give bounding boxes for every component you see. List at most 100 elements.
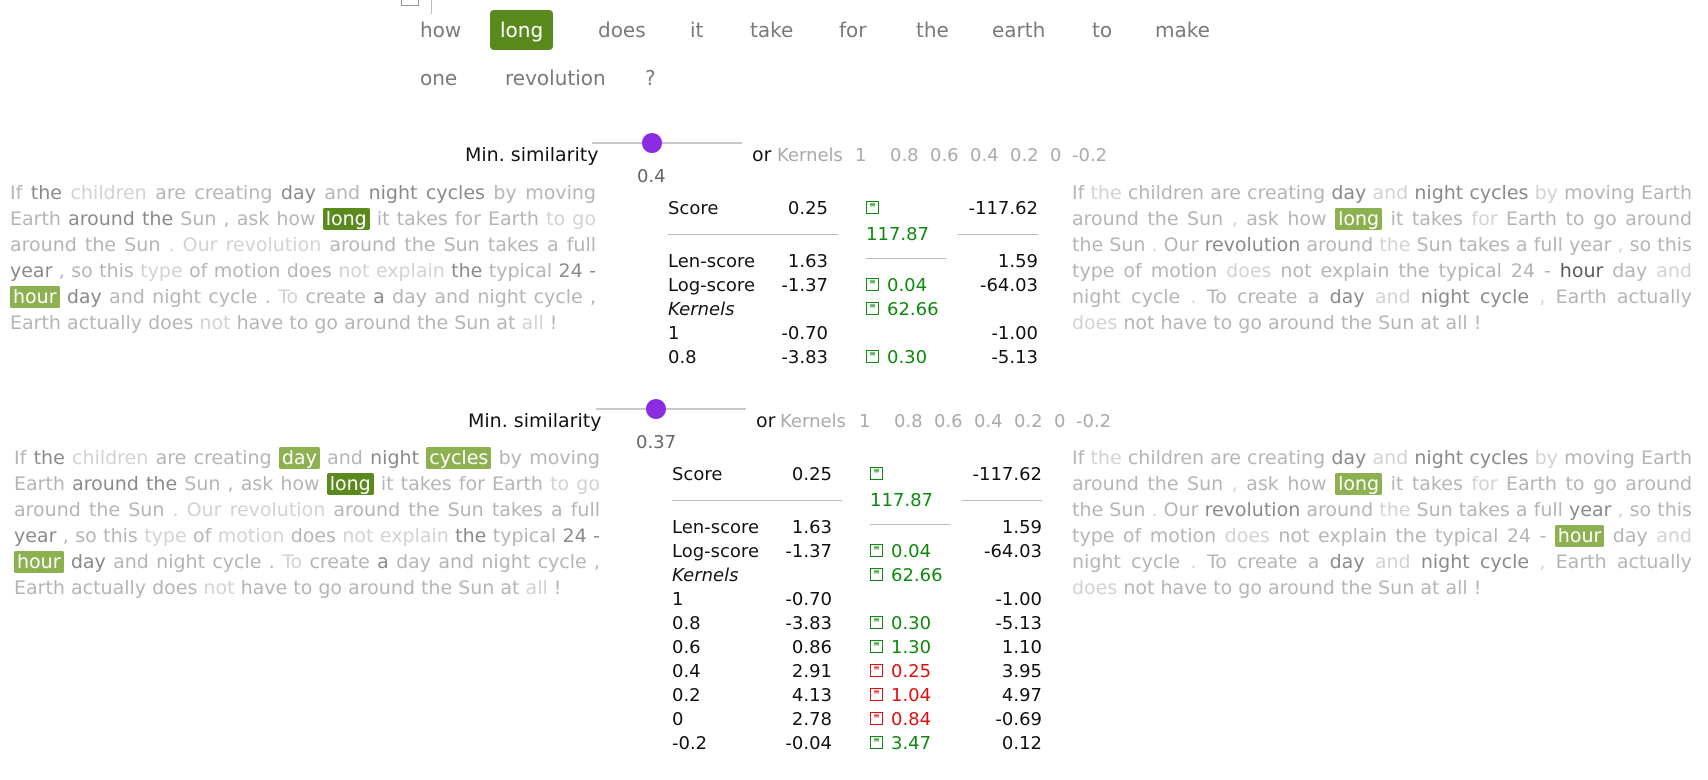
kernel-option[interactable]: 0.8 (894, 411, 923, 432)
doc-token[interactable]: Sun (1187, 208, 1223, 230)
kernel-option[interactable]: 0.8 (890, 145, 919, 166)
doc-token[interactable]: revolution (230, 499, 326, 521)
doc-token[interactable]: Sun (1187, 473, 1223, 495)
doc-token[interactable]: full (571, 499, 600, 521)
doc-token[interactable]: creating (194, 182, 272, 204)
doc-token[interactable]: not (203, 577, 234, 599)
doc-token[interactable]: are (155, 182, 186, 204)
doc-token[interactable]: does (1072, 577, 1117, 599)
doc-token[interactable]: not (199, 312, 230, 334)
kernel-option[interactable]: 0.2 (1014, 411, 1043, 432)
doc-token[interactable]: this (99, 260, 134, 282)
doc-token[interactable]: creating (194, 447, 272, 469)
doc-token[interactable]: have (1161, 577, 1208, 599)
doc-token[interactable]: children (1128, 447, 1204, 469)
doc-token[interactable]: cycle (1480, 286, 1529, 308)
doc-token[interactable]: Earth (1641, 182, 1692, 204)
doc-token[interactable]: takes (492, 499, 543, 521)
doc-token[interactable]: Earth (1641, 447, 1692, 469)
doc-token[interactable]: it (1391, 208, 1404, 230)
doc-token[interactable]: To (282, 551, 302, 573)
doc-token[interactable]: how (280, 473, 319, 495)
doc-token[interactable]: day (392, 286, 427, 308)
doc-token[interactable]: - (589, 260, 596, 282)
doc-token[interactable]: long (326, 473, 374, 495)
doc-token[interactable]: the (1395, 525, 1426, 547)
doc-token[interactable]: and (324, 182, 360, 204)
doc-token[interactable]: year (10, 260, 52, 282)
doc-token[interactable]: night (477, 286, 526, 308)
doc-token[interactable]: the (455, 525, 486, 547)
doc-token[interactable]: all (1445, 577, 1467, 599)
doc-token[interactable]: go (314, 312, 338, 334)
doc-token[interactable]: around (1625, 473, 1692, 495)
doc-token[interactable]: Sun (180, 208, 216, 230)
doc-token[interactable]: takes (401, 473, 452, 495)
doc-token[interactable]: Earth (1556, 551, 1607, 573)
doc-token[interactable]: actually (1617, 551, 1692, 573)
doc-token[interactable]: by (493, 182, 516, 204)
doc-token[interactable]: To (1207, 286, 1227, 308)
doc-token[interactable]: revolution (226, 234, 322, 256)
doc-token[interactable]: to (550, 473, 569, 495)
doc-token[interactable]: day (67, 286, 102, 308)
doc-token[interactable]: ask (237, 208, 270, 230)
query-token[interactable]: make (1155, 18, 1210, 42)
doc-token[interactable]: . (1191, 286, 1197, 308)
doc-token[interactable]: to (293, 577, 312, 599)
doc-token[interactable]: to (1213, 577, 1232, 599)
doc-token[interactable]: , (59, 260, 65, 282)
doc-token[interactable]: Earth (1506, 473, 1557, 495)
doc-token[interactable]: cycle (1131, 551, 1180, 573)
doc-token[interactable]: this (1657, 234, 1692, 256)
doc-token[interactable]: create (1237, 551, 1297, 573)
doc-token[interactable]: the (417, 312, 448, 334)
doc-token[interactable]: around (1268, 312, 1335, 334)
doc-token[interactable]: a (1516, 499, 1528, 521)
doc-token[interactable]: ask (1246, 473, 1279, 495)
doc-token[interactable]: creating (1247, 182, 1325, 204)
doc-token[interactable]: this (103, 525, 138, 547)
doc-token[interactable]: children (70, 182, 146, 204)
doc-token[interactable]: . (168, 234, 174, 256)
doc-token[interactable]: does (291, 525, 336, 547)
doc-token[interactable]: does (148, 312, 193, 334)
score-detail-icon[interactable]: ≡ (870, 712, 883, 725)
doc-token[interactable]: go (318, 577, 342, 599)
doc-token[interactable]: Sun (1417, 499, 1453, 521)
doc-token[interactable]: go (1593, 208, 1617, 230)
doc-token[interactable]: cycles (426, 447, 492, 469)
doc-token[interactable]: the (451, 260, 482, 282)
doc-token[interactable]: hour (10, 286, 60, 308)
doc-token[interactable]: to (1213, 312, 1232, 334)
doc-token[interactable]: , (228, 473, 234, 495)
doc-token[interactable]: year (14, 525, 56, 547)
slider-thumb[interactable] (646, 399, 666, 419)
doc-token[interactable]: of (1123, 525, 1141, 547)
doc-token[interactable]: a (547, 234, 559, 256)
doc-token[interactable]: day (1331, 447, 1366, 469)
doc-token[interactable]: around (14, 499, 81, 521)
doc-token[interactable]: at (496, 312, 515, 334)
score-detail-icon[interactable]: ≡ (866, 302, 879, 315)
doc-token[interactable]: Sun (1378, 577, 1414, 599)
kernel-option[interactable]: 1 (859, 411, 870, 432)
doc-token[interactable]: cycle (534, 286, 583, 308)
doc-token[interactable]: Sun (184, 473, 220, 495)
doc-token[interactable]: day (1612, 260, 1647, 282)
doc-token[interactable]: a (551, 499, 563, 521)
doc-token[interactable]: the (1379, 499, 1410, 521)
query-token[interactable]: for (839, 18, 867, 42)
doc-token[interactable]: cycles (1469, 447, 1528, 469)
doc-token[interactable]: Sun (1109, 499, 1145, 521)
doc-token[interactable]: and (1375, 551, 1411, 573)
doc-token[interactable]: Sun (1417, 234, 1453, 256)
score-detail-icon[interactable]: ≡ (866, 350, 879, 363)
doc-token[interactable]: night (156, 551, 205, 573)
doc-token[interactable]: around (1072, 473, 1139, 495)
doc-token[interactable]: ! (554, 577, 562, 599)
doc-token[interactable]: , (1618, 234, 1624, 256)
doc-token[interactable]: Our (183, 234, 218, 256)
doc-token[interactable]: typical (489, 260, 552, 282)
doc-token[interactable]: takes (1459, 499, 1510, 521)
